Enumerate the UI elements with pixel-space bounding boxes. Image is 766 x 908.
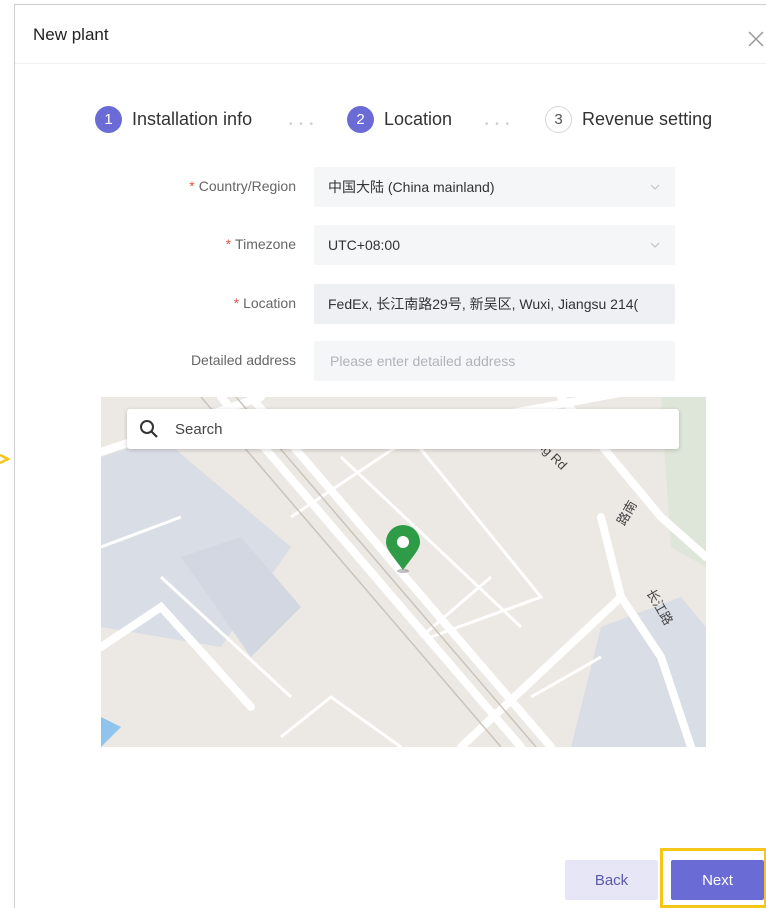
chevron-down-icon — [650, 242, 660, 248]
country-value: 中国大陆 (China mainland) — [328, 179, 495, 195]
step-location: 2 Location — [347, 106, 452, 133]
required-mark: * — [233, 295, 240, 311]
detailed-address-input[interactable] — [328, 352, 661, 370]
step-revenue-setting: 3 Revenue setting — [545, 106, 712, 133]
map-view[interactable]: ang Rd 路南 长江路 — [101, 397, 706, 747]
required-mark: * — [225, 236, 232, 252]
country-row: * Country/Region 中国大陆 (China mainland) — [15, 167, 766, 207]
step-indicator: 1 Installation info • • • 2 Location • •… — [15, 106, 766, 138]
pointer-arrow-icon — [0, 453, 11, 465]
close-icon[interactable] — [746, 29, 766, 49]
step-number: 3 — [545, 106, 572, 133]
detailed-address-label: Detailed address — [190, 352, 296, 368]
dialog-title: New plant — [33, 25, 109, 44]
step-separator: • • • — [289, 119, 316, 130]
country-label: * Country/Region — [189, 178, 296, 194]
step-label: Revenue setting — [582, 109, 713, 129]
location-label: * Location — [233, 295, 296, 311]
location-row: * Location FedEx, 长江南路29号, 新吴区, Wuxi, Jia… — [15, 284, 766, 324]
detailed-address-field[interactable] — [314, 341, 675, 381]
chevron-down-icon — [650, 184, 660, 190]
step-label: Installation info — [132, 109, 253, 129]
new-plant-dialog: New plant 1 Installation info • • • 2 Lo… — [14, 4, 766, 908]
location-field[interactable]: FedEx, 长江南路29号, 新吴区, Wuxi, Jiangsu 214( — [314, 284, 675, 324]
country-select[interactable]: 中国大陆 (China mainland) — [314, 167, 675, 207]
timezone-select[interactable]: UTC+08:00 — [314, 225, 675, 265]
back-button[interactable]: Back — [565, 860, 658, 900]
timezone-label: * Timezone — [225, 236, 296, 252]
dialog-header: New plant — [15, 5, 766, 64]
location-pin-icon[interactable] — [384, 525, 422, 575]
step-number: 1 — [95, 106, 122, 133]
step-separator: • • • — [485, 119, 512, 130]
search-icon — [140, 420, 158, 438]
timezone-row: * Timezone UTC+08:00 — [15, 225, 766, 265]
map-search-input[interactable] — [173, 419, 679, 439]
location-value: FedEx, 长江南路29号, 新吴区, Wuxi, Jiangsu 214( — [328, 296, 639, 312]
detailed-address-row: Detailed address — [15, 341, 766, 381]
step-installation-info: 1 Installation info — [95, 106, 252, 133]
map-search-bar[interactable] — [127, 409, 679, 449]
required-mark: * — [189, 178, 195, 194]
timezone-value: UTC+08:00 — [328, 237, 400, 253]
next-button-highlight — [660, 848, 766, 908]
step-label: Location — [384, 109, 453, 129]
step-number: 2 — [347, 106, 374, 133]
